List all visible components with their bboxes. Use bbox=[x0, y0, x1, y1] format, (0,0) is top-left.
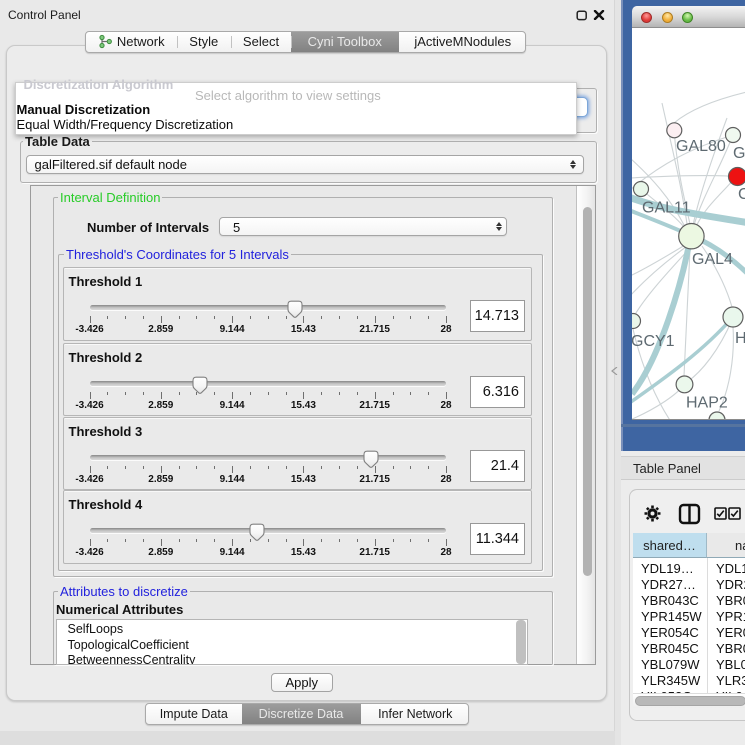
svg-text:GAL11: GAL11 bbox=[642, 200, 691, 217]
svg-text:GCY1: GCY1 bbox=[632, 333, 675, 350]
svg-text:C: C bbox=[738, 186, 745, 203]
svg-text:GA: GA bbox=[733, 145, 745, 162]
svg-text:GAL4: GAL4 bbox=[692, 251, 733, 268]
svg-text:HAP2: HAP2 bbox=[686, 395, 728, 412]
svg-text:H: H bbox=[735, 330, 745, 347]
svg-text:GAL80: GAL80 bbox=[676, 138, 726, 155]
